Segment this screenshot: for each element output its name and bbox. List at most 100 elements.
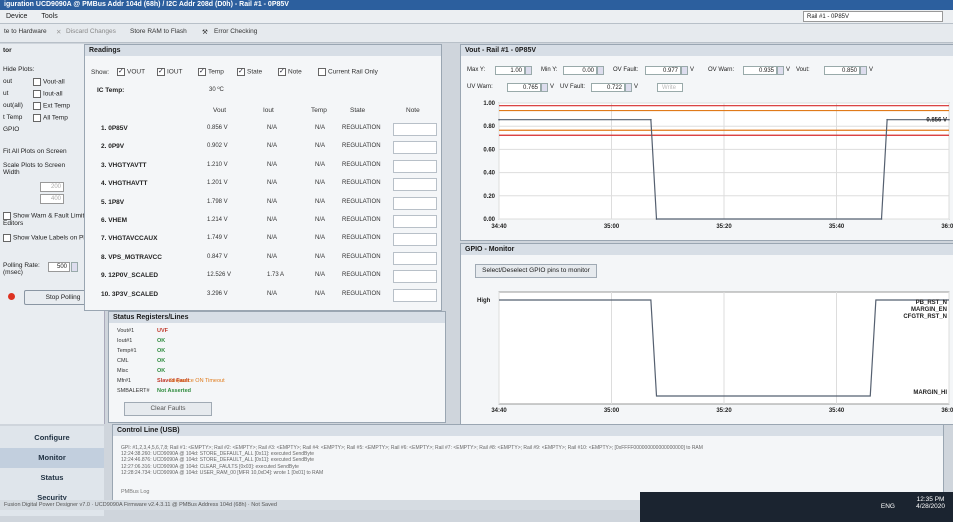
ov-warn-spinner[interactable] [777, 66, 784, 75]
hide-plot-out-all[interactable]: out(all) [3, 102, 23, 109]
rail-temp: N/A [315, 161, 326, 168]
hide-plot-ext-temp[interactable]: Ext Temp [33, 102, 70, 110]
status-key: Mfr#1 [117, 378, 132, 384]
ov-warn-label: OV Warn: [708, 67, 735, 73]
error-checking-button[interactable]: Error Checking [214, 28, 257, 35]
rail-temp: N/A [315, 143, 326, 150]
control-line-panel: Control Line (USB) GPI: #1,2,3,4,5,6,7,8… [112, 424, 944, 502]
control-log: GPI: #1,2,3,4,5,6,7,8; Rail #1: <EMPTY>;… [121, 445, 703, 476]
store-flash-button[interactable]: Store RAM to Flash [130, 28, 187, 35]
current-rail-only-check[interactable]: Current Rail Only [318, 68, 378, 76]
menu-device[interactable]: Device [0, 10, 33, 23]
uv-warn-spinner[interactable] [541, 83, 548, 92]
hide-plot-vout-all[interactable]: Vout-all [33, 78, 65, 86]
rail-note-input[interactable] [393, 123, 437, 136]
rail-state: REGULATION [342, 217, 381, 223]
y-tick-label: 1.00 [483, 101, 495, 107]
max-y-spinner[interactable] [525, 66, 532, 75]
discard-changes-button[interactable]: Discard Changes [66, 28, 116, 35]
gpio-signal-label: CFGTR_RST_N [903, 314, 947, 320]
show-iout-check[interactable]: IOUT [157, 67, 183, 76]
vout-spinner[interactable] [860, 66, 867, 75]
scale-value-2[interactable]: 400 [40, 194, 64, 204]
rail-note-input[interactable] [393, 159, 437, 173]
rail-iout: N/A [267, 253, 278, 260]
polling-rate-input[interactable]: 500 [48, 262, 70, 272]
hide-plot-all-temp[interactable]: All Temp [33, 114, 68, 122]
fit-all-plots[interactable]: Fit All Plots on Screen [3, 148, 67, 155]
hide-plot-iout[interactable]: ut [3, 90, 8, 97]
language-indicator[interactable]: ENG [881, 503, 895, 510]
y-tick-label: 0.80 [483, 124, 495, 130]
rail-name: 10. 3P3V_SCALED [101, 290, 159, 298]
vout-input[interactable]: 0.850 [824, 66, 860, 75]
uv-fault-input[interactable]: 0.722 [591, 83, 625, 92]
nav-monitor[interactable]: Monitor [0, 448, 104, 468]
data-point [655, 218, 658, 220]
uv-fault-spinner[interactable] [625, 83, 632, 92]
rail-note-input[interactable] [393, 215, 437, 228]
x-tick-label: 35:20 [716, 224, 732, 230]
x-tick-label: 34:40 [491, 224, 507, 230]
rail-note-input[interactable] [393, 270, 437, 284]
uv-warn-label: UV Warn: [467, 84, 493, 90]
clear-faults-button[interactable]: Clear Faults [124, 402, 212, 416]
hide-plot-gpio[interactable]: GPIO [3, 126, 19, 133]
gpio-monitor-panel: GPIO - Monitor Select/Deselect GPIO pins… [460, 243, 953, 425]
rail-note-input[interactable] [393, 178, 437, 192]
uv-warn-input[interactable]: 0.765 [507, 83, 541, 92]
max-y-input[interactable]: 1.00 [495, 66, 525, 75]
ov-fault-input[interactable]: 0.977 [645, 66, 681, 75]
status-key: CML [117, 358, 129, 364]
ov-warn-input[interactable]: 0.935 [743, 66, 777, 75]
status-key: SMBALERT# [117, 388, 150, 394]
gpio-title: GPIO - Monitor [461, 244, 953, 255]
show-temp-check[interactable]: Temp [198, 67, 224, 76]
show-state-check[interactable]: State [237, 67, 262, 76]
data-point [498, 118, 500, 121]
rail-iout: N/A [267, 143, 278, 150]
rail-note-input[interactable] [393, 288, 437, 302]
scale-value-1[interactable]: 200 [40, 182, 64, 192]
y-tick-label: 0.20 [483, 194, 495, 200]
col-vout: Vout [213, 107, 227, 114]
taskbar-clock[interactable]: 12:35 PM 4/28/2020 [916, 496, 945, 510]
scale-plots[interactable]: Scale Plots to Screen Width [3, 162, 73, 176]
rail-vout: 0.902 V [207, 143, 228, 150]
polling-rate-spinner[interactable] [71, 262, 78, 272]
rail-note-input[interactable] [393, 141, 437, 155]
min-y-input[interactable]: 0.00 [563, 66, 597, 75]
write-hardware-button[interactable]: te to Hardware [4, 28, 47, 35]
rail-note-input[interactable] [393, 251, 437, 265]
x-tick-label: 35:20 [716, 408, 732, 414]
vout-chart-title: Vout - Rail #1 - 0P85V [461, 45, 953, 56]
rail-vout: 12.526 V [207, 272, 232, 279]
rail-vout: 1.210 V [207, 161, 228, 168]
control-title: Control Line (USB) [113, 425, 943, 436]
hide-plot-iout-all[interactable]: Iout-all [33, 90, 63, 98]
rail-selector[interactable]: Rail #1 - 0P85V [803, 11, 943, 22]
nav-configure[interactable]: Configure [0, 428, 104, 448]
min-y-spinner[interactable] [597, 66, 604, 75]
menu-tools[interactable]: Tools [35, 10, 63, 23]
pmbus-log-tab[interactable]: PMBus Log [121, 489, 149, 495]
last-value-label: 0.856 V [926, 118, 947, 124]
toolbar: te to Hardware ✕ Discard Changes Store R… [0, 24, 953, 43]
ov-fault-unit: V [690, 67, 695, 73]
hide-plot-out[interactable]: out [3, 78, 12, 85]
left-panel-header: tor [3, 47, 12, 54]
show-vout-check[interactable]: VOUT [117, 67, 145, 76]
rail-note-input[interactable] [393, 196, 437, 210]
gpio-chart: High34:4035:0035:2035:4036:00PB_RST_NMAR… [477, 291, 953, 414]
write-limits-button[interactable]: Write [657, 83, 683, 92]
rail-state: REGULATION [342, 125, 381, 131]
select-gpio-button[interactable]: Select/Deselect GPIO pins to monitor [475, 264, 597, 278]
nav-status[interactable]: Status [0, 468, 104, 488]
rail-name: 4. VHGTHAVTT [101, 180, 148, 188]
rail-note-input[interactable] [393, 233, 437, 247]
x-tick-label: 35:00 [604, 224, 620, 230]
ov-fault-spinner[interactable] [681, 66, 688, 75]
hide-plot-int-temp[interactable]: t Temp [3, 114, 22, 121]
rail-temp: N/A [315, 180, 326, 187]
show-note-check[interactable]: Note [278, 67, 302, 76]
